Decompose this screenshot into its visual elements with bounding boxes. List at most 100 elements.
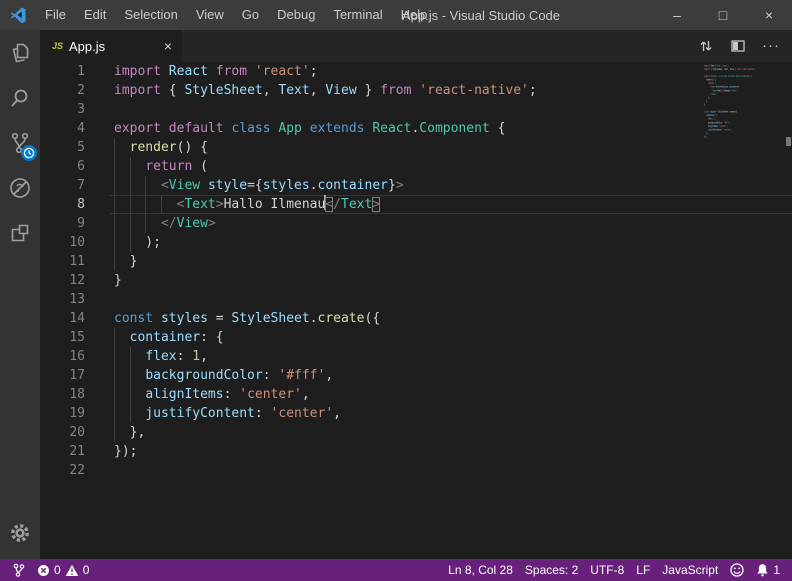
menu-selection[interactable]: Selection xyxy=(115,0,186,30)
menu-file[interactable]: File xyxy=(36,0,75,30)
line-number[interactable]: 19 xyxy=(40,404,85,423)
code-line-content[interactable] xyxy=(110,100,792,119)
code-line[interactable]: 7 <View style={styles.container}> xyxy=(40,176,792,195)
statusbar-indentation[interactable]: Spaces: 2 xyxy=(519,559,584,581)
code-line[interactable]: 12} xyxy=(40,271,792,290)
code-line[interactable]: 3 xyxy=(40,100,792,119)
code-line-content[interactable]: const styles = StyleSheet.create({ xyxy=(110,309,792,328)
close-button[interactable]: × xyxy=(746,0,792,30)
line-number[interactable]: 22 xyxy=(40,461,85,480)
tab-close-icon[interactable]: × xyxy=(162,38,174,54)
code-line[interactable]: 22 xyxy=(40,461,792,480)
code-line-content[interactable]: flex: 1, xyxy=(110,347,792,366)
line-number[interactable]: 20 xyxy=(40,423,85,442)
minimap[interactable]: import React from 'react';import { Style… xyxy=(704,64,782,194)
statusbar-language[interactable]: JavaScript xyxy=(656,559,724,581)
line-number[interactable]: 7 xyxy=(40,176,85,195)
line-number[interactable]: 17 xyxy=(40,366,85,385)
line-number[interactable]: 12 xyxy=(40,271,85,290)
menu-go[interactable]: Go xyxy=(233,0,268,30)
code-line[interactable]: 4 export default class App extends React.… xyxy=(40,119,792,138)
menu-terminal[interactable]: Terminal xyxy=(324,0,391,30)
maximize-button[interactable]: □ xyxy=(700,0,746,30)
code-line-content[interactable]: alignItems: 'center', xyxy=(110,385,792,404)
code-line-content[interactable]: } xyxy=(110,271,792,290)
minimize-button[interactable]: – xyxy=(654,0,700,30)
statusbar-problems[interactable]: 0 0 xyxy=(31,559,95,581)
line-number[interactable]: 13 xyxy=(40,290,85,309)
line-number[interactable]: 21 xyxy=(40,442,85,461)
code-line[interactable]: 2 import { StyleSheet, Text, View } from … xyxy=(40,81,792,100)
line-number[interactable]: 8 xyxy=(40,195,85,214)
statusbar-branch[interactable] xyxy=(6,559,31,581)
code-line[interactable]: 14 const styles = StyleSheet.create({ xyxy=(40,309,792,328)
activitybar-explorer[interactable] xyxy=(0,30,40,75)
menu-edit[interactable]: Edit xyxy=(75,0,115,30)
code-line-content[interactable]: justifyContent: 'center', xyxy=(110,404,792,423)
code-line[interactable]: 18 alignItems: 'center', xyxy=(40,385,792,404)
statusbar-line-col[interactable]: Ln 8, Col 28 xyxy=(442,559,519,581)
statusbar-eol[interactable]: LF xyxy=(630,559,656,581)
code-line[interactable]: 11 } xyxy=(40,252,792,271)
statusbar-encoding[interactable]: UTF-8 xyxy=(584,559,630,581)
line-number[interactable]: 1 xyxy=(40,62,85,81)
code-line[interactable]: 16 flex: 1, xyxy=(40,347,792,366)
code-line-content[interactable] xyxy=(110,461,792,480)
activitybar-source-control[interactable] xyxy=(0,120,40,165)
code-line-content[interactable]: }, xyxy=(110,423,792,442)
code-line-content[interactable] xyxy=(110,290,792,309)
activitybar-debug[interactable] xyxy=(0,165,40,210)
code-line[interactable]: 20 }, xyxy=(40,423,792,442)
code-line-content[interactable]: </View> xyxy=(110,214,792,233)
code-line[interactable]: 13 xyxy=(40,290,792,309)
activitybar-extensions[interactable] xyxy=(0,210,40,255)
line-number[interactable]: 3 xyxy=(40,100,85,119)
line-number[interactable]: 9 xyxy=(40,214,85,233)
line-number[interactable]: 5 xyxy=(40,138,85,157)
line-number[interactable]: 15 xyxy=(40,328,85,347)
sync-changes-icon[interactable] xyxy=(698,38,714,54)
code-line[interactable]: 15 container: { xyxy=(40,328,792,347)
code-line-content[interactable]: } xyxy=(110,252,792,271)
code-line-content[interactable]: export default class App extends React.C… xyxy=(110,119,792,138)
code-line-content[interactable]: import { StyleSheet, Text, View } from '… xyxy=(110,81,792,100)
activitybar-settings[interactable] xyxy=(0,515,40,551)
line-number[interactable]: 11 xyxy=(40,252,85,271)
statusbar-feedback[interactable] xyxy=(724,559,750,581)
menu-view[interactable]: View xyxy=(187,0,233,30)
code-line-content[interactable]: import React from 'react'; xyxy=(110,62,792,81)
code-line[interactable]: 9 </View> xyxy=(40,214,792,233)
line-number[interactable]: 2 xyxy=(40,81,85,100)
editor: 1 import React from 'react'; 2 import { Sty… xyxy=(40,62,792,559)
more-actions-icon[interactable]: ··· xyxy=(762,41,780,51)
code-line[interactable]: 10 ); xyxy=(40,233,792,252)
statusbar-notifications[interactable]: 1 xyxy=(750,559,786,581)
line-number[interactable]: 4 xyxy=(40,119,85,138)
line-number[interactable]: 10 xyxy=(40,233,85,252)
code-line-content[interactable]: render() { xyxy=(110,138,792,157)
menu-help[interactable]: Help xyxy=(392,0,437,30)
code-line[interactable]: 19 justifyContent: 'center', xyxy=(40,404,792,423)
line-number[interactable]: 6 xyxy=(40,157,85,176)
code-line-content[interactable]: ); xyxy=(110,233,792,252)
code-line[interactable]: 17 backgroundColor: '#fff', xyxy=(40,366,792,385)
activitybar-search[interactable] xyxy=(0,75,40,120)
code-line[interactable]: 6 return ( xyxy=(40,157,792,176)
code-line-content[interactable]: }); xyxy=(110,442,792,461)
code-line-content[interactable]: <Text>Hallo Ilmenau</Text> xyxy=(110,195,792,214)
code-line[interactable]: 5 render() { xyxy=(40,138,792,157)
code-line-content[interactable]: <View style={styles.container}> xyxy=(110,176,792,195)
tab-appjs[interactable]: JS App.js × xyxy=(40,30,183,62)
menu-debug[interactable]: Debug xyxy=(268,0,324,30)
code-line-content[interactable]: container: { xyxy=(110,328,792,347)
line-number[interactable]: 14 xyxy=(40,309,85,328)
code-area[interactable]: 1 import React from 'react'; 2 import { Sty… xyxy=(40,62,792,480)
split-editor-icon[interactable] xyxy=(730,38,746,54)
code-line-content[interactable]: backgroundColor: '#fff', xyxy=(110,366,792,385)
code-line[interactable]: 21}); xyxy=(40,442,792,461)
line-number[interactable]: 18 xyxy=(40,385,85,404)
line-number[interactable]: 16 xyxy=(40,347,85,366)
code-line-content[interactable]: return ( xyxy=(110,157,792,176)
code-line[interactable]: 1 import React from 'react'; xyxy=(40,62,792,81)
code-line[interactable]: 8 <Text>Hallo Ilmenau</Text> xyxy=(40,195,792,214)
